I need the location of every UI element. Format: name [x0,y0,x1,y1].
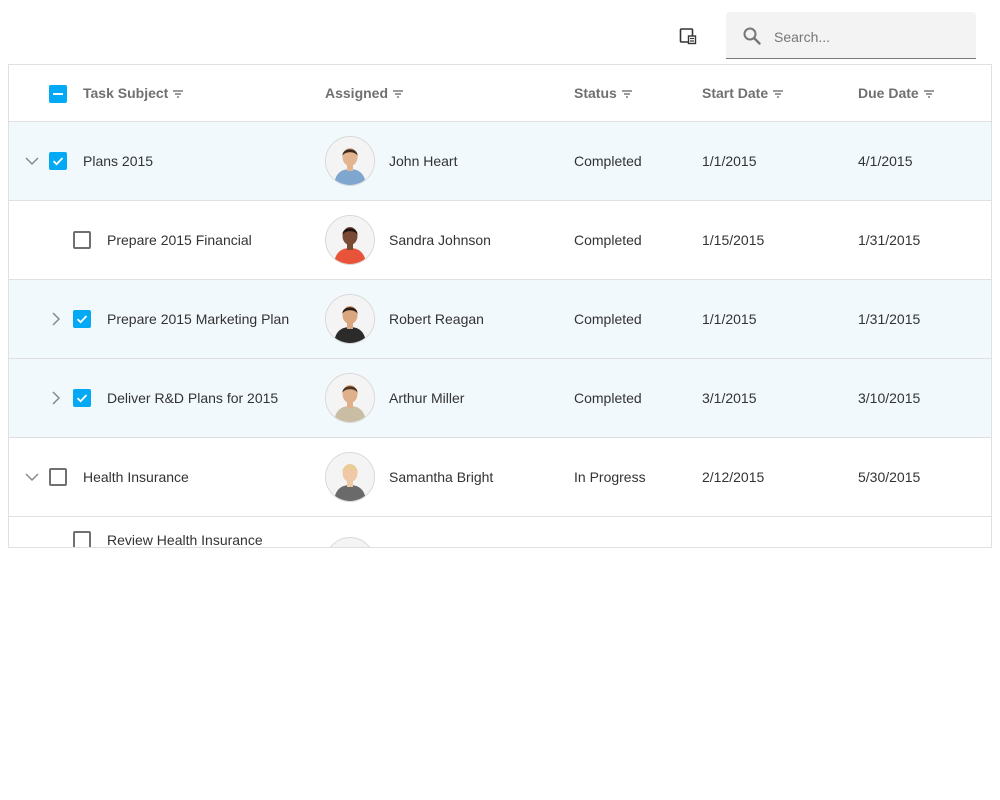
task-subject-cell: Health Insurance [83,469,189,485]
filter-icon[interactable] [772,87,784,99]
filter-icon[interactable] [621,87,633,99]
status-cell: Completed [574,232,642,248]
chevron-right-icon[interactable] [47,310,65,328]
status-cell: Completed [574,153,642,169]
row-checkbox[interactable] [49,468,67,486]
assigned-cell: Sandra Johnson [389,232,491,248]
table-row[interactable]: Deliver R&D Plans for 2015 Arthur Miller C… [9,359,991,438]
table-row[interactable]: Review Health Insurance [9,517,991,548]
table-row[interactable]: Health Insurance Samantha Bright In Progre… [9,438,991,517]
table-row[interactable]: Prepare 2015 Financial Sandra Johnson Comp… [9,201,991,280]
row-checkbox[interactable] [73,231,91,249]
due-date-cell: 3/10/2015 [858,390,921,406]
avatar [325,537,375,547]
column-header-assigned[interactable]: Assigned [325,65,404,121]
avatar [325,215,375,265]
column-header-label: Due Date [858,85,919,101]
assigned-cell: Samantha Bright [389,469,494,485]
row-checkbox[interactable] [73,389,91,407]
search-input[interactable] [772,24,966,50]
task-subject-cell: Plans 2015 [83,153,154,169]
due-date-cell: 1/31/2015 [858,232,921,248]
tree-grid: Task Subject Assigned Status Start Date … [8,64,992,548]
header-row: Task Subject Assigned Status Start Date … [9,65,991,122]
avatar [325,452,375,502]
start-date-cell: 2/12/2015 [702,469,765,485]
avatar [325,136,375,186]
task-subject-cell: Prepare 2015 Financial [107,232,252,248]
chevron-down-icon[interactable] [23,152,41,170]
due-date-cell: 4/1/2015 [858,153,913,169]
filter-icon[interactable] [392,87,404,99]
filter-icon[interactable] [923,87,935,99]
task-subject-cell: Prepare 2015 Marketing Plan [107,311,290,327]
task-subject-cell: Review Health Insurance [107,532,263,548]
chevron-down-icon[interactable] [23,468,41,486]
start-date-cell: 1/15/2015 [702,232,765,248]
column-header-status[interactable]: Status [574,65,633,121]
assigned-cell: John Heart [389,153,458,169]
assigned-cell: Robert Reagan [389,311,484,327]
assigned-cell: Arthur Miller [389,390,465,406]
start-date-cell: 3/1/2015 [702,390,757,406]
avatar [325,294,375,344]
due-date-cell: 1/31/2015 [858,311,921,327]
column-header-label: Task Subject [83,85,169,101]
search-box[interactable] [726,12,976,59]
table-row[interactable]: Prepare 2015 Marketing Plan Robert Reagan… [9,280,991,359]
table-row[interactable]: Plans 2015 John Heart Completed 1/1/2015 4/1… [9,122,991,201]
select-all-checkbox[interactable] [49,85,67,103]
avatar [325,373,375,423]
row-checkbox[interactable] [73,531,91,547]
column-chooser-icon[interactable] [676,24,700,48]
grid-toolbar [0,0,1000,64]
column-header-label: Assigned [325,85,389,101]
column-header-due-date[interactable]: Due Date [858,65,935,121]
chevron-right-icon[interactable] [47,389,65,407]
column-header-label: Start Date [702,85,769,101]
row-checkbox[interactable] [49,152,67,170]
row-checkbox[interactable] [73,310,91,328]
search-icon [742,26,762,46]
due-date-cell: 5/30/2015 [858,469,921,485]
column-header-label: Status [574,85,617,101]
column-header-task-subject[interactable]: Task Subject [83,65,184,121]
filter-icon[interactable] [172,87,184,99]
status-cell: In Progress [574,469,646,485]
column-header-start-date[interactable]: Start Date [702,65,784,121]
start-date-cell: 1/1/2015 [702,153,757,169]
start-date-cell: 1/1/2015 [702,311,757,327]
task-subject-cell: Deliver R&D Plans for 2015 [107,390,279,406]
status-cell: Completed [574,311,642,327]
status-cell: Completed [574,390,642,406]
